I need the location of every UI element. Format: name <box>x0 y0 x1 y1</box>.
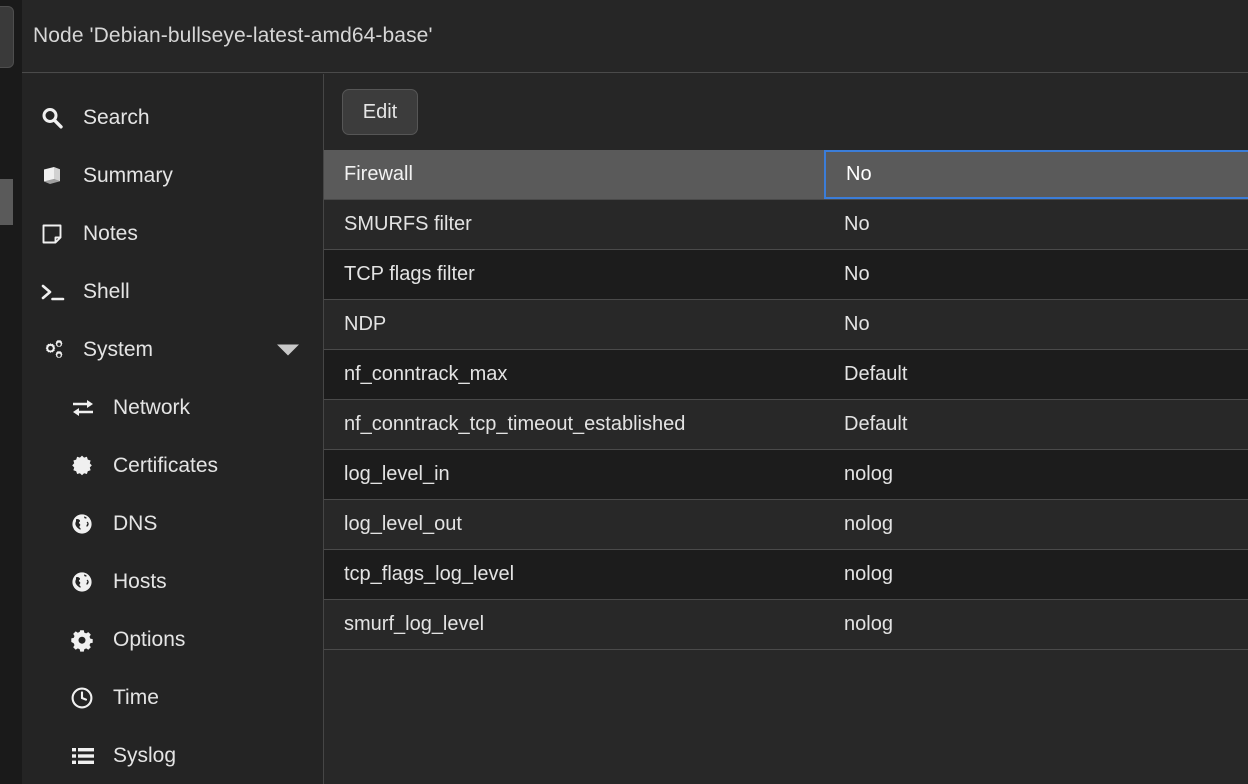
option-name-cell[interactable]: smurf_log_level <box>324 613 824 636</box>
terminal-icon <box>40 280 70 304</box>
option-value-cell[interactable]: No <box>824 200 1248 249</box>
note-icon <box>40 222 70 246</box>
edit-button[interactable]: Edit <box>342 89 418 135</box>
content-pane: Edit Firewall No SMURFS filter No TCP flags … <box>324 74 1248 784</box>
sidebar-item-label: Notes <box>83 222 138 245</box>
table-row[interactable]: nf_conntrack_max Default <box>324 350 1248 400</box>
option-name-cell[interactable]: tcp_flags_log_level <box>324 563 824 586</box>
table-row[interactable]: tcp_flags_log_level nolog <box>324 550 1248 600</box>
table-row[interactable]: log_level_out nolog <box>324 500 1248 550</box>
gears-icon <box>40 338 70 362</box>
table-empty-area <box>324 650 1248 780</box>
sidebar-item-label: Time <box>113 686 159 709</box>
option-name-cell[interactable]: TCP flags filter <box>324 263 824 286</box>
table-row[interactable]: nf_conntrack_tcp_timeout_established Defa… <box>324 400 1248 450</box>
table-row[interactable]: SMURFS filter No <box>324 200 1248 250</box>
globe-icon <box>70 570 100 594</box>
book-icon <box>40 164 70 188</box>
option-name-cell[interactable]: Firewall <box>324 163 824 186</box>
sidebar-item-label: Summary <box>83 164 173 187</box>
sidebar-item-label: Shell <box>83 280 130 303</box>
clock-icon <box>70 686 100 710</box>
firewall-options-table: Firewall No SMURFS filter No TCP flags filte… <box>324 150 1248 650</box>
sidebar-item-label: System <box>83 338 154 361</box>
table-row[interactable]: log_level_in nolog <box>324 450 1248 500</box>
globe-icon <box>70 512 100 536</box>
offscreen-toolbar-button[interactable] <box>0 6 14 68</box>
outer-scrollbar-thumb[interactable] <box>0 179 13 225</box>
gear-icon <box>70 628 100 652</box>
sidebar-item-label: Search <box>83 106 150 129</box>
exchange-icon <box>70 396 100 420</box>
sidebar-item-options[interactable]: Options <box>22 611 323 669</box>
list-icon <box>70 744 100 768</box>
sidebar-item-label: Certificates <box>113 454 219 477</box>
option-value-cell[interactable]: nolog <box>824 450 1248 499</box>
sidebar-item-label: Options <box>113 628 186 651</box>
sidebar-item-summary[interactable]: Summary <box>22 147 323 205</box>
option-value-cell[interactable]: nolog <box>824 550 1248 599</box>
table-row[interactable]: smurf_log_level nolog <box>324 600 1248 650</box>
sidebar-item-dns[interactable]: DNS <box>22 495 323 553</box>
sidebar-item-time[interactable]: Time <box>22 669 323 727</box>
sidebar-item-search[interactable]: Search <box>22 89 323 147</box>
sidebar-item-system[interactable]: System <box>22 321 323 379</box>
option-name-cell[interactable]: nf_conntrack_max <box>324 363 824 386</box>
option-value-cell[interactable]: No <box>824 150 1248 199</box>
option-value-cell[interactable]: No <box>824 300 1248 349</box>
window-titlebar: Node 'Debian-bullseye-latest-amd64-base' <box>22 0 1248 73</box>
sidebar-item-hosts[interactable]: Hosts <box>22 553 323 611</box>
table-row[interactable]: Firewall No <box>324 150 1248 200</box>
option-name-cell[interactable]: log_level_in <box>324 463 824 486</box>
sidebar-item-label: Syslog <box>113 744 177 767</box>
navigation-sidebar: Search Summary Notes Shell System Network Cert… <box>22 74 324 784</box>
certificate-icon <box>70 454 100 478</box>
option-name-cell[interactable]: NDP <box>324 313 824 336</box>
sidebar-item-certificates[interactable]: Certificates <box>22 437 323 495</box>
option-value-cell[interactable]: nolog <box>824 600 1248 649</box>
sidebar-item-syslog[interactable]: Syslog <box>22 727 323 784</box>
option-value-cell[interactable]: Default <box>824 400 1248 449</box>
sidebar-item-label: Network <box>113 396 191 419</box>
page-title: Node 'Debian-bullseye-latest-amd64-base' <box>33 24 433 47</box>
sidebar-item-notes[interactable]: Notes <box>22 205 323 263</box>
sidebar-item-label: Hosts <box>113 570 167 593</box>
left-gutter <box>0 0 22 784</box>
table-row[interactable]: TCP flags filter No <box>324 250 1248 300</box>
option-name-cell[interactable]: nf_conntrack_tcp_timeout_established <box>324 413 824 436</box>
option-name-cell[interactable]: SMURFS filter <box>324 213 824 236</box>
chevron-down-icon[interactable] <box>277 344 299 356</box>
table-row[interactable]: NDP No <box>324 300 1248 350</box>
option-value-cell[interactable]: Default <box>824 350 1248 399</box>
option-value-cell[interactable]: nolog <box>824 500 1248 549</box>
window-body: Search Summary Notes Shell System Network Cert… <box>22 74 1248 784</box>
sidebar-item-shell[interactable]: Shell <box>22 263 323 321</box>
sidebar-item-network[interactable]: Network <box>22 379 323 437</box>
sidebar-item-label: DNS <box>113 512 158 535</box>
search-icon <box>40 106 70 130</box>
node-window: Node 'Debian-bullseye-latest-amd64-base'… <box>22 0 1248 784</box>
outer-scrollbar-track[interactable] <box>0 74 13 784</box>
content-toolbar: Edit <box>324 74 1248 150</box>
option-name-cell[interactable]: log_level_out <box>324 513 824 536</box>
option-value-cell[interactable]: No <box>824 250 1248 299</box>
app-root: Node 'Debian-bullseye-latest-amd64-base'… <box>0 0 1248 784</box>
